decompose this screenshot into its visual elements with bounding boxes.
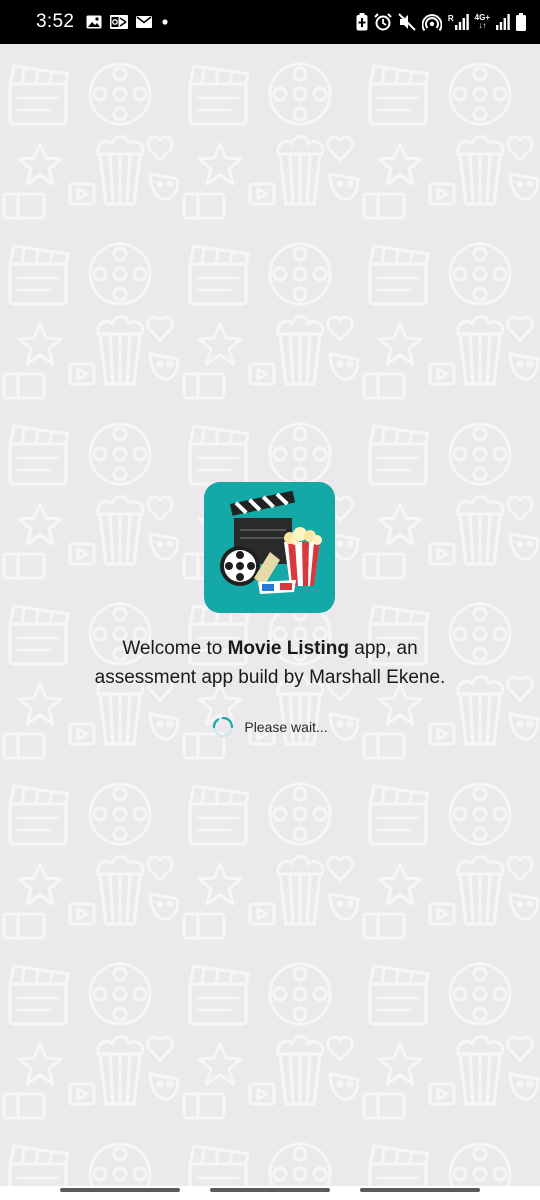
- nav-back-button[interactable]: [360, 1188, 480, 1192]
- battery-icon: [516, 13, 526, 31]
- welcome-suffix: app, an: [348, 638, 418, 659]
- signal-r-label: R: [447, 14, 454, 23]
- app-name: Movie Listing: [227, 638, 349, 659]
- alarm-icon: [374, 13, 392, 31]
- welcome-prefix: Welcome to: [122, 638, 228, 659]
- welcome-line-2: assessment app build by Marshall Ekene.: [94, 667, 446, 688]
- gallery-icon: [86, 15, 102, 29]
- welcome-message: Welcome to Movie Listing app, an assessm…: [20, 634, 520, 692]
- signal-icon: [496, 14, 510, 30]
- nav-home-button[interactable]: [210, 1188, 330, 1192]
- notification-dot-icon: [160, 17, 170, 27]
- navigation-bar: [0, 1186, 540, 1200]
- network-type-label: 4G+ ↓↑: [475, 14, 490, 30]
- loading-indicator: Please wait...: [0, 716, 540, 738]
- battery-saver-icon: [356, 13, 368, 31]
- movie-doodle-background-pattern: [0, 44, 540, 1186]
- loading-spinner-icon: [213, 716, 234, 738]
- movie-app-logo-icon: [220, 490, 322, 594]
- mail-icon: [136, 16, 153, 28]
- splash-screen: 3:52 R 4G+ ↓↑ Welcome to Movie Listing a…: [0, 0, 540, 1200]
- status-time: 3:52: [36, 11, 75, 32]
- outlook-icon: [110, 15, 129, 29]
- status-bar: 3:52 R 4G+ ↓↑: [0, 0, 540, 44]
- nav-recents-button[interactable]: [60, 1188, 180, 1192]
- loading-text: Please wait...: [244, 719, 328, 735]
- hotspot-icon: [421, 13, 442, 31]
- network-type-bottom: ↓↑: [478, 21, 487, 30]
- signal-icon: R: [448, 14, 469, 30]
- app-logo: [204, 482, 335, 613]
- mute-icon: [398, 13, 416, 31]
